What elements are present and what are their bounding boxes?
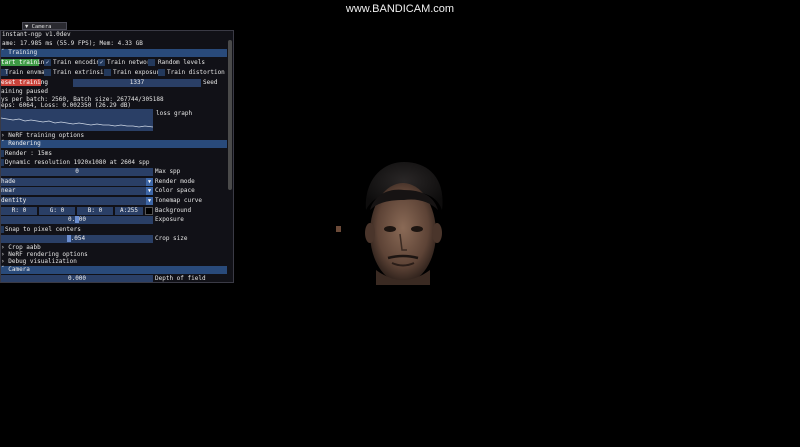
snap-pixel-centers-checkbox[interactable] [1, 226, 4, 233]
instant-ngp-panel: instant-ngp v1.0dev ame: 17.985 ms (55.9… [0, 30, 234, 283]
train-network-checkbox[interactable]: ✓ [98, 59, 105, 66]
crop-size-slider-knob[interactable] [67, 235, 71, 242]
background-a-input[interactable]: A:255 [115, 207, 143, 215]
color-space-select[interactable]: near ▼ [1, 187, 153, 195]
debug-visualization-item[interactable]: › Debug visualization [1, 258, 77, 266]
tonemap-curve-label: Tonemap curve [155, 197, 202, 204]
depth-of-field-label: Depth of field [155, 275, 206, 282]
train-distortion-checkbox[interactable] [158, 69, 165, 76]
render-mode-label: Render mode [155, 178, 195, 185]
background-color-swatch[interactable] [145, 207, 153, 215]
depth-of-field-input[interactable]: 0.000 [1, 275, 153, 282]
debug-visualization-label: Debug visualization [8, 258, 77, 265]
tonemap-curve-value: dentity [1, 197, 27, 204]
panel-title: instant-ngp v1.0dev [2, 31, 71, 38]
background-r-input[interactable]: R: 0 [1, 207, 37, 215]
render-mode-select[interactable]: hade ▼ [1, 178, 153, 186]
color-space-value: near [1, 187, 16, 194]
training-status: aining paused [1, 88, 48, 95]
exposure-slider[interactable]: 0.000 [1, 216, 153, 224]
train-extrinsics-checkbox[interactable] [44, 69, 51, 76]
start-training-button[interactable]: tart training [1, 59, 48, 66]
exposure-label: Exposure [155, 216, 184, 223]
render-checkbox[interactable] [1, 150, 4, 157]
train-distortion-label: Train distortion [167, 69, 225, 76]
rendering-header-label: Rendering [8, 140, 41, 147]
bandicam-watermark: www.BANDICAM.com [345, 3, 455, 15]
train-extrinsics-label: Train extrinsics [53, 69, 111, 76]
nerf-training-options-label: NeRF training options [8, 132, 85, 139]
dropdown-arrow-icon: ▼ [146, 197, 153, 205]
exposure-slider-knob[interactable] [75, 216, 79, 223]
dropdown-arrow-icon: ▼ [146, 187, 153, 195]
dynamic-resolution-label: Dynamic resolution 1920x1080 at 2604 spp [5, 159, 150, 166]
rendered-head-image [336, 162, 443, 285]
random-levels-label: Random levels [158, 59, 205, 66]
train-encoding-label: Train encoding [53, 59, 104, 66]
loss-graph-plot [1, 117, 154, 128]
background-b-input[interactable]: B: 0 [77, 207, 113, 215]
train-network-label: Train network [107, 59, 154, 66]
background-g-input[interactable]: G: 0 [39, 207, 75, 215]
max-spp-label: Max spp [155, 168, 181, 175]
seed-input[interactable]: 1337 [73, 79, 201, 87]
seed-label: Seed [203, 79, 218, 86]
train-exposure-label: Train exposure [113, 69, 164, 76]
loss-graph [1, 109, 154, 131]
color-space-label: Color space [155, 187, 195, 194]
snap-pixel-centers-label: Snap to pixel centers [5, 226, 81, 233]
train-exposure-checkbox[interactable] [104, 69, 111, 76]
reset-training-button[interactable]: eset training [1, 79, 48, 86]
loss-graph-label: loss graph [156, 110, 193, 117]
render-time: Render : 15ms [5, 150, 52, 157]
nerf-training-options[interactable]: › NeRF training options [1, 132, 84, 140]
camera-path-tab[interactable]: ▼ Camera Path [22, 22, 67, 38]
dropdown-arrow-icon: ▼ [146, 178, 153, 186]
train-envmap-label: Train envmap [5, 69, 49, 76]
panel-scrollbar[interactable] [228, 40, 232, 190]
frame-info: ame: 17.985 ms (55.9 FPS); Mem: 4.33 GB [2, 40, 143, 47]
tonemap-curve-select[interactable]: dentity ▼ [1, 197, 153, 205]
render-mode-value: hade [1, 178, 16, 185]
dynamic-resolution-checkbox[interactable] [1, 159, 4, 166]
random-levels-checkbox[interactable] [148, 59, 155, 66]
nerf-rendering-options-label: NeRF rendering options [8, 251, 88, 258]
train-encoding-checkbox[interactable]: ✓ [44, 59, 51, 66]
camera-header[interactable]: ˇ Camera [1, 266, 227, 274]
max-spp-input[interactable]: 0 [1, 168, 153, 176]
crop-size-label: Crop size [155, 235, 188, 242]
rendering-header[interactable]: ˇ Rendering [1, 140, 227, 148]
crop-aabb-label: Crop aabb [8, 244, 41, 251]
training-header[interactable]: ˇ Training [1, 49, 227, 57]
training-header-label: Training [8, 49, 38, 56]
crop-size-slider[interactable]: 1.054 [1, 235, 153, 243]
background-label: Background [155, 207, 192, 214]
camera-header-label: Camera [8, 266, 30, 273]
